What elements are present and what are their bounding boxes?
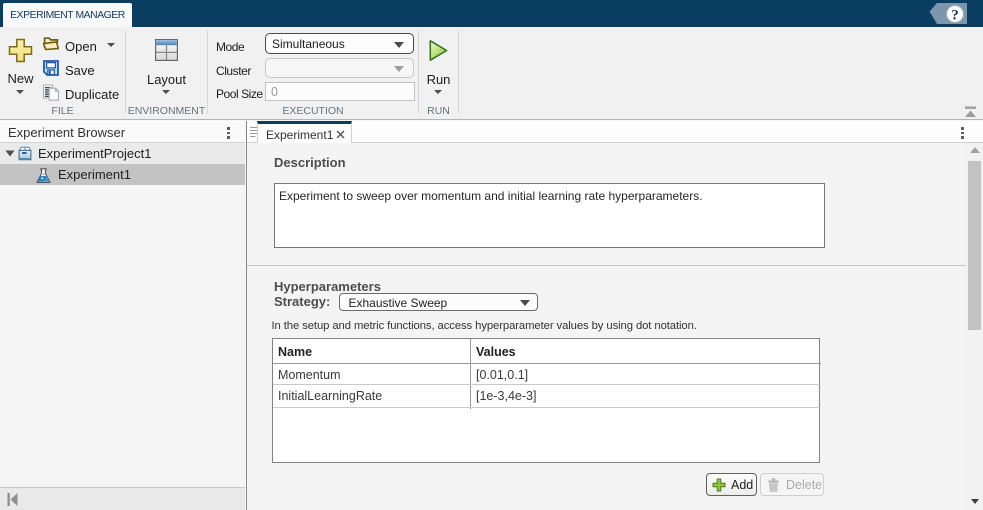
svg-text:?: ? (951, 8, 959, 24)
